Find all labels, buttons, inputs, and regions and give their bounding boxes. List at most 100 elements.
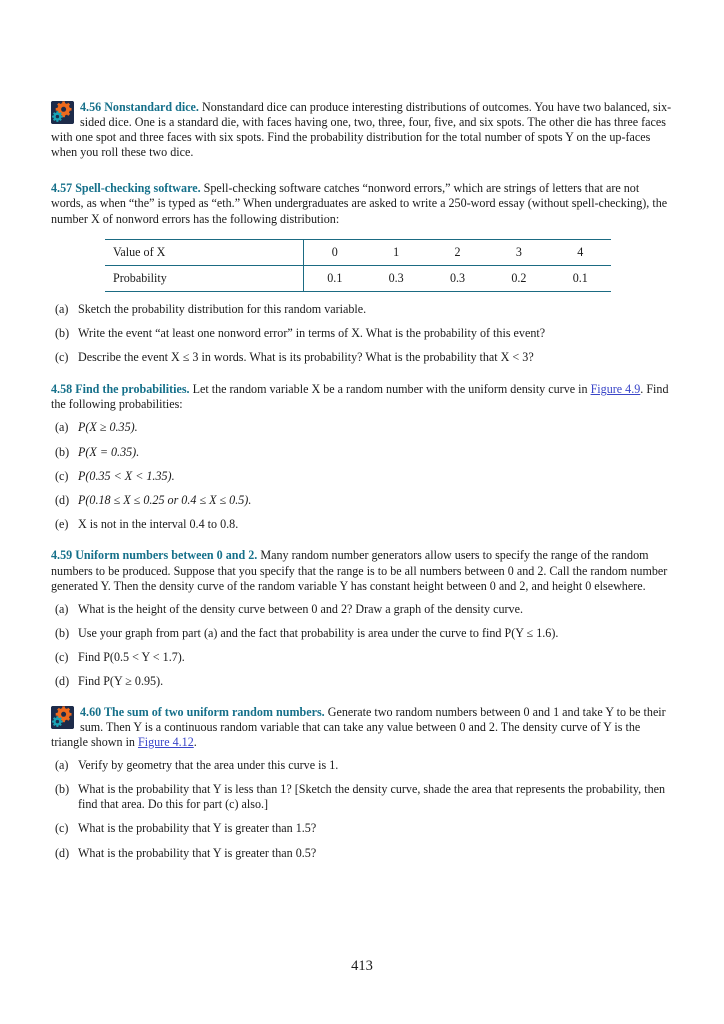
part-tag: (c) [55,650,69,665]
list-item: (d) P(0.18 ≤ X ≤ 0.25 or 0.4 ≤ X ≤ 0.5). [51,493,673,508]
page-content: 4.56 Nonstandard dice. Nonstandard dice … [51,100,673,872]
exercise-4-59-title: Uniform numbers between 0 and 2. [75,548,258,563]
table-cell-p-4: 0.1 [549,265,611,292]
exercise-4-59: 4.59 Uniform numbers between 0 and 2. Ma… [51,548,673,689]
exercise-4-60-parts: (a) Verify by geometry that the area und… [51,758,673,861]
part-tag: (c) [55,821,69,836]
list-item: (e) X is not in the interval 0.4 to 0.8. [51,517,673,532]
figure-4-12-link[interactable]: Figure 4.12 [138,735,194,749]
list-item: (a) P(X ≥ 0.35). [51,420,673,435]
part-text: Describe the event X ≤ 3 in words. What … [78,350,534,365]
part-text: P(0.35 < X < 1.35). [78,468,175,483]
table-cell-p-3: 0.2 [488,265,550,292]
table-cell-p-1: 0.3 [365,265,427,292]
exercise-4-58-parts: (a) P(X ≥ 0.35). (b) P(X = 0.35). (c) P(… [51,420,673,532]
exercise-4-56: 4.56 Nonstandard dice. Nonstandard dice … [51,100,673,160]
part-text: Find P(Y ≥ 0.95). [78,674,164,689]
table-cell-x-3: 3 [488,238,550,266]
exercise-4-57-text: 4.57 Spell-checking software. Spell-chec… [51,181,673,226]
list-item: (d) What is the probability that Y is gr… [51,846,673,861]
list-item: (c) Describe the event X ≤ 3 in words. W… [51,350,673,365]
table-row-probabilities: Probability 0.1 0.3 0.3 0.2 0.1 [105,265,611,292]
exercise-4-57-heading: 4.57 Spell-checking software. [51,181,201,195]
table-cell-x-4: 4 [549,238,611,266]
exercise-4-59-number: 4.59 [51,548,73,563]
textbook-page: 4.56 Nonstandard dice. Nonstandard dice … [0,0,724,1024]
exercise-4-60-heading: 4.60 The sum of two uniform random numbe… [80,705,325,719]
exercise-4-56-heading: 4.56 Nonstandard dice. [80,100,199,114]
part-tag: (b) [55,625,70,640]
exercise-4-60-text: 4.60 The sum of two uniform random numbe… [51,705,673,750]
part-tag: (b) [55,444,70,459]
exercise-4-60-title: The sum of two uniform random numbers. [103,704,325,719]
part-text: X is not in the interval 0.4 to 0.8. [78,517,239,532]
part-tag: (b) [55,782,70,797]
table-cell-x-1: 1 [365,238,427,266]
part-tag: (d) [55,493,70,508]
part-tag: (a) [55,601,69,616]
part-text: P(X = 0.35). [78,444,140,459]
exercise-4-60: 4.60 The sum of two uniform random numbe… [51,705,673,861]
part-text: Write the event “at least one nonword er… [78,325,546,340]
exercise-4-57-title: Spell-checking software. [75,181,201,196]
exercise-4-58-title: Find the probabilities. [75,382,190,397]
table-row-label-probability: Probability [105,265,305,292]
exercise-4-60-body-post: . [193,734,197,749]
list-item: (a) Verify by geometry that the area und… [51,758,673,773]
part-text: P(X ≥ 0.35). [78,420,138,435]
list-item: (c) Find P(0.5 < Y < 1.7). [51,650,673,665]
table-cell-x-2: 2 [426,238,489,266]
list-item: (c) What is the probability that Y is gr… [51,821,673,836]
exercise-4-58: 4.58 Find the probabilities. Let the ran… [51,382,673,532]
part-text: Find P(0.5 < Y < 1.7). [78,650,185,665]
exercise-4-60-number: 4.60 [80,704,102,719]
table-cell-x-0: 0 [303,238,366,266]
page-number: 413 [351,958,373,974]
exercise-4-59-text: 4.59 Uniform numbers between 0 and 2. Ma… [51,548,673,593]
exercise-4-59-parts: (a) What is the height of the density cu… [51,602,673,690]
exercise-4-57-parts: (a) Sketch the probability distribution … [51,302,673,366]
exercise-4-56-number: 4.56 [80,100,102,114]
part-tag: (b) [55,325,70,340]
gears-icon [51,705,74,729]
exercise-4-56-text: 4.56 Nonstandard dice. Nonstandard dice … [51,100,673,160]
exercise-4-58-heading: 4.58 Find the probabilities. [51,382,190,396]
exercise-4-56-title: Nonstandard dice. [104,100,199,114]
table-row-values: Value of X 0 1 2 3 4 [105,238,611,266]
part-tag: (a) [55,420,69,435]
list-item: (b) P(X = 0.35). [51,445,673,460]
list-item: (b) Write the event “at least one nonwor… [51,326,673,341]
part-text: P(0.18 ≤ X ≤ 0.25 or 0.4 ≤ X ≤ 0.5). [78,493,252,508]
gears-icon [51,101,74,124]
list-item: (d) Find P(Y ≥ 0.95). [51,674,673,689]
part-text: What is the probability that Y is greate… [78,845,317,860]
table-cell-p-0: 0.1 [303,265,366,292]
exercise-4-59-heading: 4.59 Uniform numbers between 0 and 2. [51,548,257,562]
table-row-label-value-of-x: Value of X [105,238,305,266]
part-tag: (d) [55,674,70,689]
figure-4-9-link[interactable]: Figure 4.9 [591,382,641,396]
probability-distribution-table: Value of X 0 1 2 3 4 Probability 0.1 0.3… [105,238,611,292]
part-text: Verify by geometry that the area under t… [78,757,339,772]
part-tag: (d) [55,845,70,860]
exercise-4-58-number: 4.58 [51,382,73,397]
table-cell-p-2: 0.3 [426,265,489,292]
exercise-4-58-text: 4.58 Find the probabilities. Let the ran… [51,382,673,412]
part-tag: (a) [55,757,69,772]
part-tag: (c) [55,350,69,365]
part-text: What is the probability that Y is greate… [78,821,317,836]
part-text: Use your graph from part (a) and the fac… [78,625,559,640]
exercise-4-57: 4.57 Spell-checking software. Spell-chec… [51,181,673,365]
part-text: What is the probability that Y is less t… [78,782,666,812]
part-text: Sketch the probability distribution for … [78,301,367,316]
list-item: (a) Sketch the probability distribution … [51,302,673,317]
part-text: What is the height of the density curve … [78,601,523,616]
part-tag: (e) [55,517,69,532]
part-tag: (c) [55,468,69,483]
exercise-4-57-number: 4.57 [51,181,73,196]
exercise-4-58-body-pre: Let the random variable X be a random nu… [192,382,591,397]
list-item: (b) What is the probability that Y is le… [51,782,673,812]
list-item: (a) What is the height of the density cu… [51,602,673,617]
list-item: (c) P(0.35 < X < 1.35). [51,469,673,484]
part-tag: (a) [55,301,69,316]
